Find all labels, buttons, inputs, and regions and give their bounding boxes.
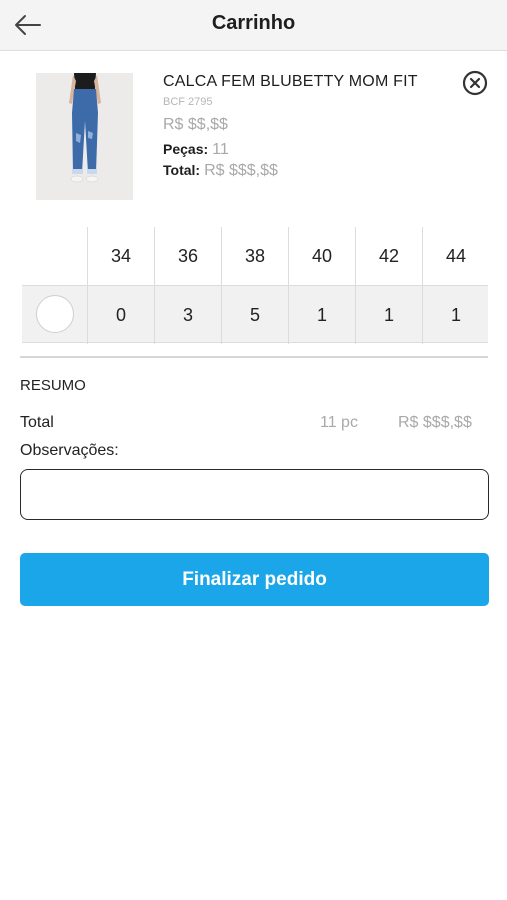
summary-title: RESUMO (20, 377, 86, 394)
quantity-cell[interactable]: 1 (355, 286, 422, 344)
quantity-row: 0 3 5 1 1 1 (22, 285, 489, 344)
product-name: CALCA FEM BLUBETTY MOM FIT (163, 73, 418, 90)
product-total-row: Total: R$ $$$,$$ (163, 162, 278, 180)
summary-total-value: R$ $$$,$$ (398, 414, 472, 431)
size-header-cell: 44 (422, 227, 489, 285)
app-header: Carrinho (0, 0, 507, 51)
size-header-cell: 38 (221, 227, 288, 285)
observations-label: Observações: (20, 442, 119, 459)
quantity-cell[interactable]: 5 (221, 286, 288, 344)
finalize-order-button[interactable]: Finalizar pedido (20, 553, 489, 606)
page-title: Carrinho (211, 12, 296, 34)
product-total-value: R$ $$$,$$ (204, 162, 278, 179)
size-header-cell: 42 (355, 227, 422, 285)
size-header-cell: 40 (288, 227, 355, 285)
close-circle-icon (462, 70, 488, 96)
pieces-label: Peças: (163, 141, 209, 157)
quantity-cell[interactable]: 0 (87, 286, 154, 344)
size-header-row: 34 36 38 40 42 44 (22, 227, 488, 285)
quantity-cell[interactable]: 1 (422, 286, 489, 344)
product-code: BCF 2795 (163, 96, 213, 108)
product-price: R$ $$,$$ (163, 116, 228, 133)
size-quantity-grid: 34 36 38 40 42 44 0 3 5 1 1 1 (22, 227, 489, 344)
section-divider (20, 356, 488, 358)
product-image (36, 73, 133, 200)
size-header-cell: 34 (87, 227, 154, 285)
size-header-cell: 36 (154, 227, 221, 285)
observations-input[interactable] (20, 469, 489, 520)
remove-item-button[interactable] (462, 70, 488, 96)
summary-total-label: Total (20, 414, 54, 431)
summary-total-pieces: 11 pc (320, 414, 358, 431)
quantity-cell[interactable]: 1 (288, 286, 355, 344)
product-photo-jeans (36, 73, 133, 200)
quantity-cell[interactable]: 3 (154, 286, 221, 344)
pieces-row: Peças: 11 (163, 141, 229, 159)
pieces-value: 11 (212, 141, 229, 158)
select-row-radio[interactable] (36, 295, 74, 333)
product-total-label: Total: (163, 162, 201, 178)
